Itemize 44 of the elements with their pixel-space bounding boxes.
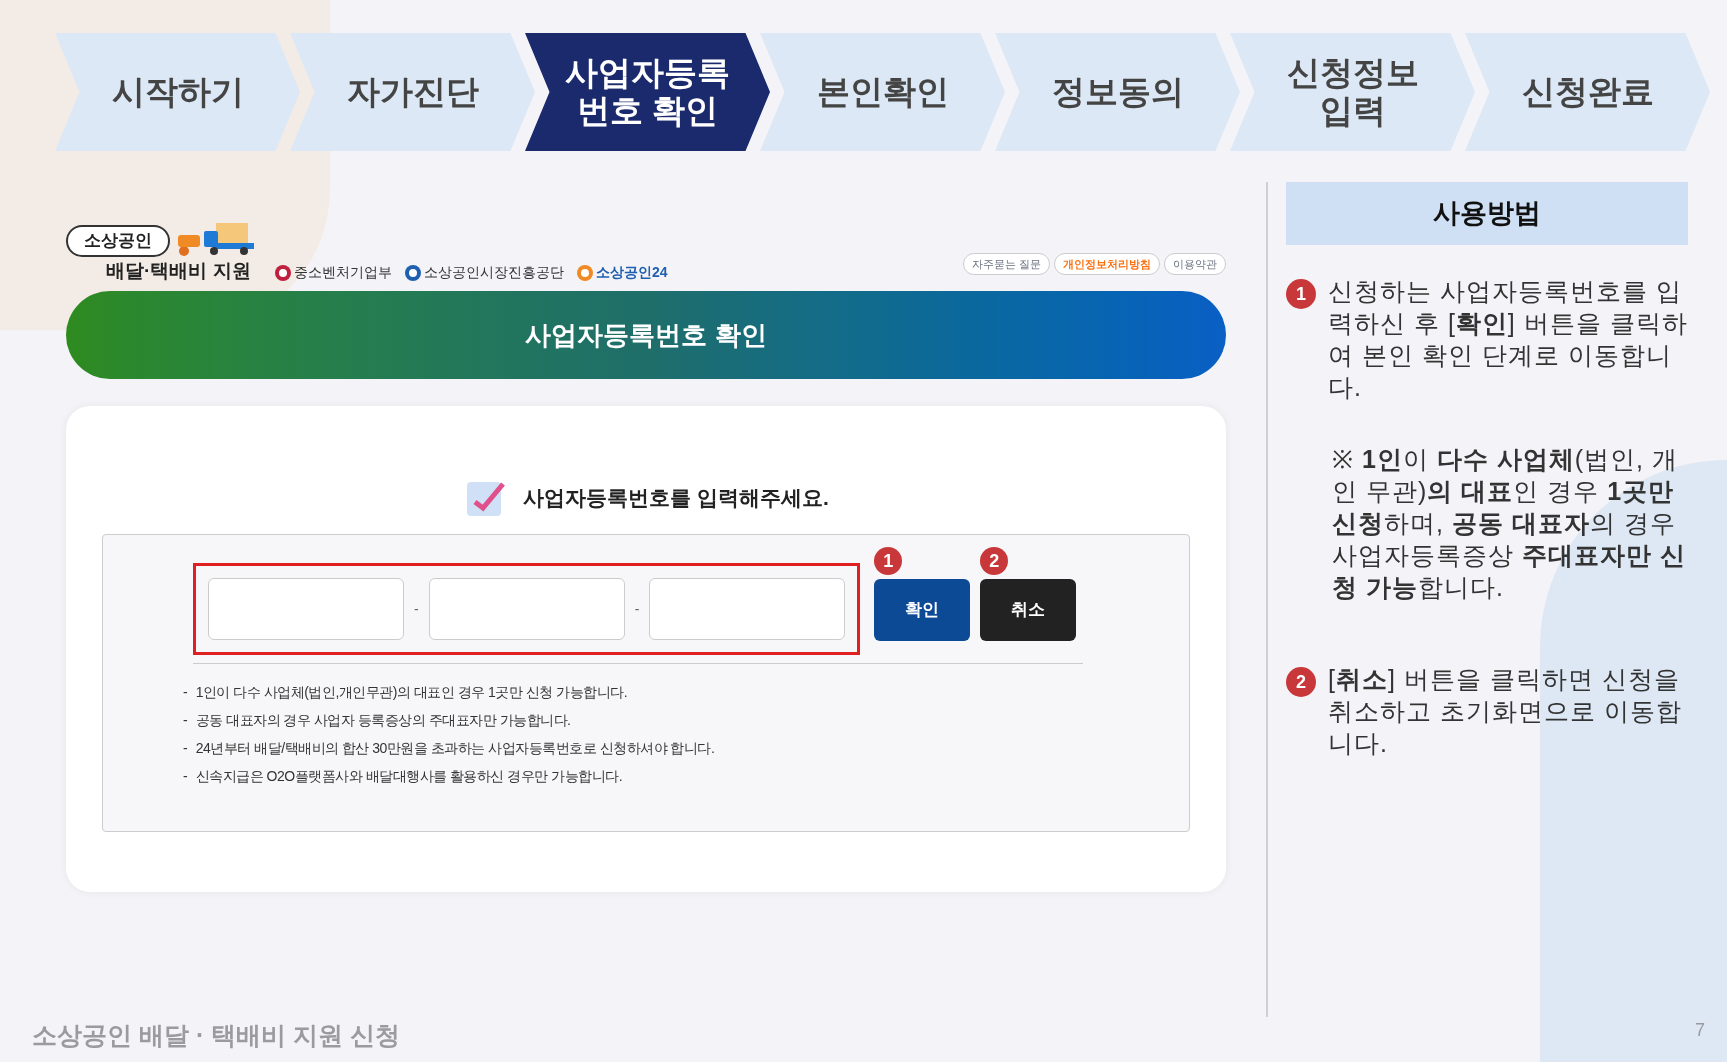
- bullet-text: -: [183, 683, 188, 702]
- step-tab[interactable]: 시작하기: [55, 33, 300, 151]
- guide-paragraph: [취소] 버튼을 클릭하면 신청을 취소하고 초기화면으로 이동합니다.: [1328, 664, 1683, 759]
- number-input-field[interactable]: [649, 578, 846, 640]
- header-link[interactable]: 이용약관: [1164, 252, 1226, 275]
- emblem-icon: [404, 263, 422, 282]
- step-tab[interactable]: 사업자등록 번호 확인: [525, 33, 770, 151]
- step-tab[interactable]: 본인확인: [760, 33, 1005, 151]
- step-tab[interactable]: 자가진단: [290, 33, 535, 151]
- step-number-badge: 1: [1286, 279, 1316, 309]
- brand-badge: 소상공인: [66, 225, 170, 257]
- separator-text: -: [634, 599, 640, 619]
- agency-name: 중소벤처기업부: [294, 263, 392, 282]
- bullet-text: -: [183, 711, 188, 730]
- step-tab[interactable]: 신청정보 입력: [1230, 33, 1475, 151]
- step-number-badge: 2: [980, 547, 1009, 575]
- step-number-badge: 2: [1286, 667, 1316, 697]
- guide-paragraph: ※ 1인이 다수 사업체(법인, 개인 무관)의 대표인 경우 1곳만 신청하며, 공동 대표자의 경우 사업자등록증상 주대표자만 신청 가능합니다.: [1331, 444, 1687, 603]
- agency-name: 소상공인24: [596, 263, 668, 282]
- note-text: 24년부터 배달/택배비의 합산 30만원을 초과하는 사업자등록번호로 신청하셔야 합니다.: [195, 739, 715, 758]
- number-input-field[interactable]: [428, 578, 625, 640]
- form-button[interactable]: 확인: [874, 579, 971, 641]
- brand-title: 배달·택배비 지원: [106, 258, 251, 283]
- number-input-field[interactable]: [208, 578, 404, 640]
- note-text: 1인이 다수 사업체(법인,개인무관)의 대표인 경우 1곳만 신청 가능합니다.: [195, 683, 628, 702]
- page-number: 7: [1695, 1019, 1705, 1042]
- agency-name: 소상공인시장진흥공단: [424, 263, 564, 282]
- guide-title: 사용방법: [1286, 182, 1688, 245]
- note-text: 신속지급은 O2O플랫폼사와 배달대행사를 활용하신 경우만 가능합니다.: [195, 767, 623, 786]
- separator-text: -: [414, 599, 419, 619]
- form-button[interactable]: 취소: [980, 579, 1077, 641]
- guide-paragraph: 신청하는 사업자등록번호를 입력하신 후 [확인] 버튼을 클릭하여 본인 확인 단계로 이동합니다.: [1328, 276, 1688, 403]
- emblem-icon: [576, 263, 594, 282]
- prompt-text: 사업자등록번호를 입력해주세요.: [523, 485, 829, 512]
- step-number-badge: 1: [874, 547, 903, 575]
- note-text: 공동 대표자의 경우 사업자 등록증상의 주대표자만 가능합니다.: [195, 711, 571, 730]
- step-tab[interactable]: 정보동의: [995, 33, 1240, 151]
- emblem-icon: [274, 263, 292, 282]
- bullet-text: -: [183, 739, 188, 758]
- footer-title: 소상공인 배달 · 택배비 지원 신청: [32, 1019, 401, 1051]
- header-link[interactable]: 자주묻는 질문: [962, 252, 1050, 275]
- bullet-text: -: [183, 767, 188, 786]
- page-banner: 사업자등록번호 확인: [66, 291, 1226, 379]
- step-tab[interactable]: 신청완료: [1465, 33, 1710, 151]
